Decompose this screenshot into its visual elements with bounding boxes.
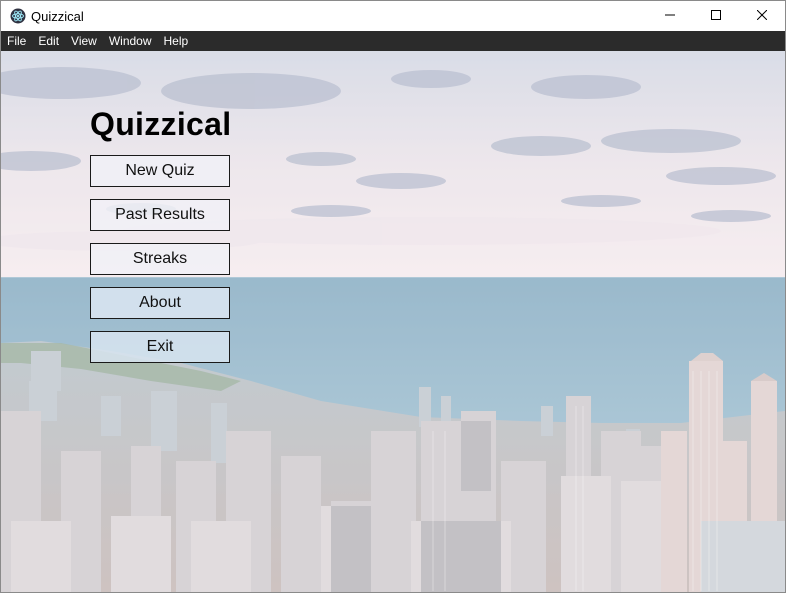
past-results-button[interactable]: Past Results [90,199,230,231]
streaks-button[interactable]: Streaks [90,243,230,275]
app-window: Quizzical File Edit View Window Help Qui… [0,0,786,593]
new-quiz-button[interactable]: New Quiz [90,155,230,187]
electron-atom-icon [10,8,26,24]
window-controls [647,1,785,31]
maximize-icon [711,7,721,25]
close-button[interactable] [739,1,785,31]
minimize-icon [665,7,675,25]
app-title: Quizzical [90,106,232,142]
menu-help[interactable]: Help [158,31,195,51]
close-icon [756,7,768,25]
maximize-button[interactable] [693,1,739,31]
menu-file[interactable]: File [1,31,32,51]
minimize-button[interactable] [647,1,693,31]
menu-bar: File Edit View Window Help [1,31,785,51]
menu-window[interactable]: Window [103,31,158,51]
window-title: Quizzical [31,8,84,24]
main-content: Quizzical New Quiz Past Results Streaks … [1,51,785,592]
exit-button[interactable]: Exit [90,331,230,363]
menu-view[interactable]: View [65,31,103,51]
menu-edit[interactable]: Edit [32,31,65,51]
title-bar[interactable]: Quizzical [1,1,785,31]
about-button[interactable]: About [90,287,230,319]
